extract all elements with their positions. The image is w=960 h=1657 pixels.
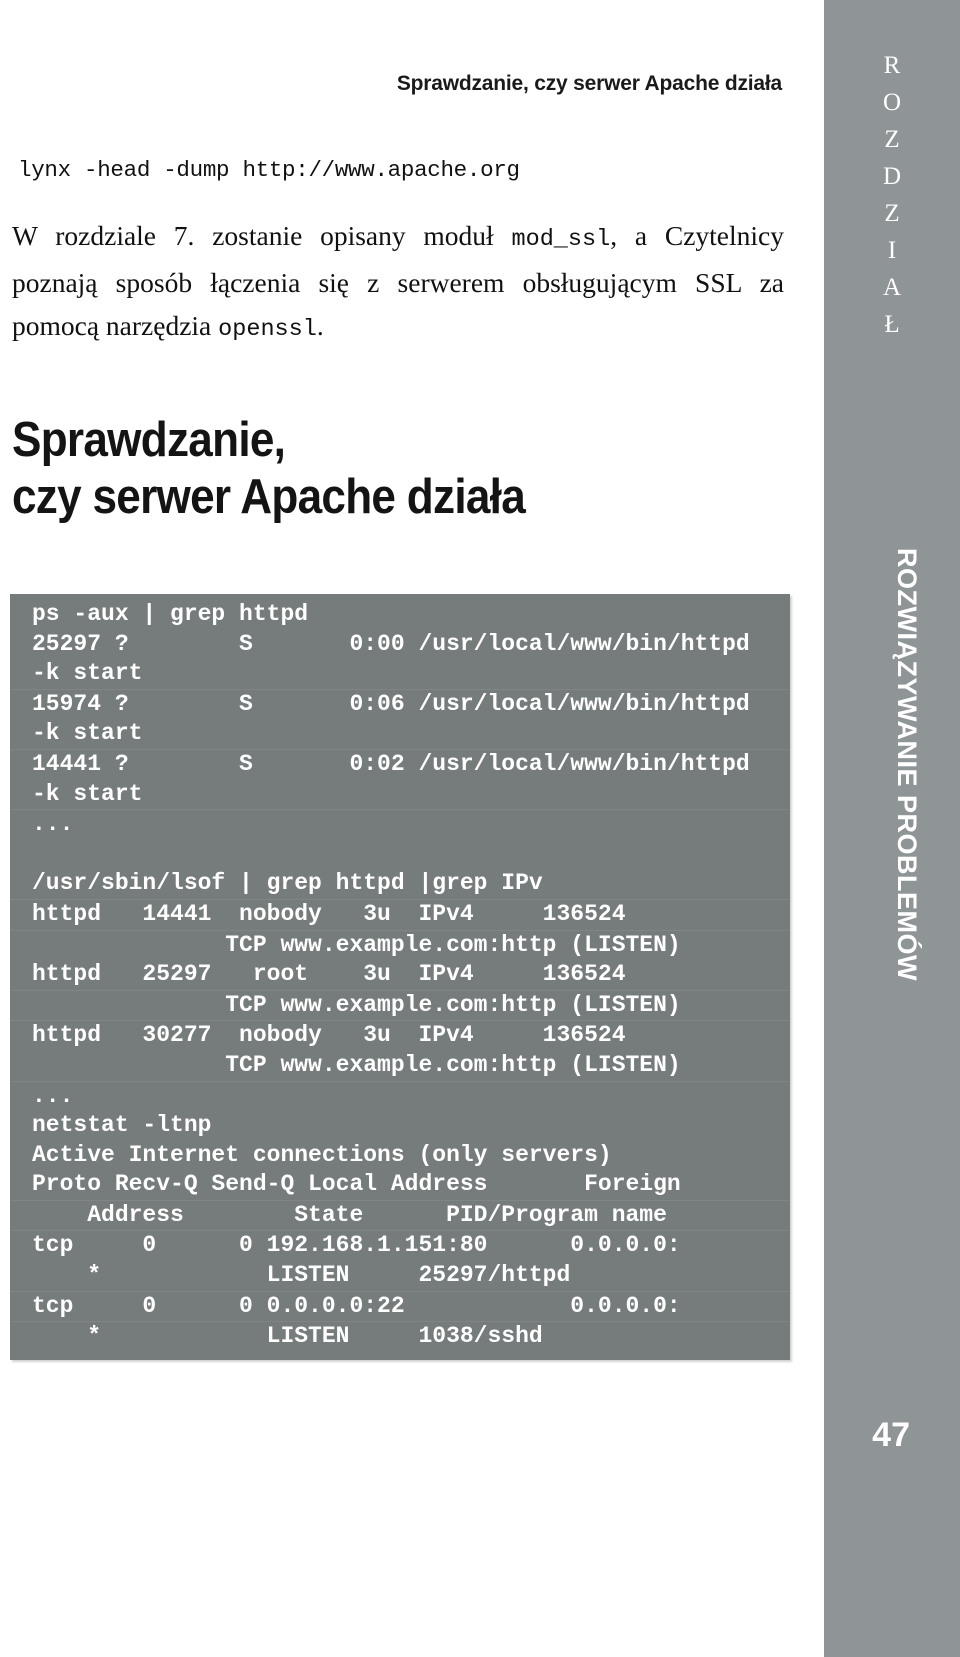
code-line: httpd 14441 nobody 3u IPv4 136524	[10, 898, 790, 930]
code-line: httpd 25297 root 3u IPv4 136524	[32, 961, 626, 988]
code-line: tcp 0 0 192.168.1.151:80 0.0.0.0:	[10, 1230, 790, 1261]
code-line: TCP www.example.com:http (LISTEN)	[10, 929, 790, 961]
paragraph-part-1: W rozdziale 7. zostanie opisany moduł	[12, 220, 512, 251]
code-line: 14441 ? S 0:02 /usr/local/www/bin/httpd	[10, 748, 790, 780]
page-title: Sprawdzanie, czy serwer Apache działa	[12, 412, 714, 526]
paragraph-mono-mod-ssl: mod_ssl	[511, 226, 611, 253]
code-line: /usr/sbin/lsof | grep httpd |grep IPv	[32, 870, 543, 897]
running-head: Sprawdzanie, czy serwer Apache działa	[396, 72, 782, 95]
code-line: ...	[10, 1080, 790, 1112]
code-line: 25297 ? S 0:00 /usr/local/www/bin/httpd	[32, 630, 750, 657]
code-line: Active Internet connections (only server…	[32, 1141, 612, 1168]
body-paragraph: W rozdziale 7. zostanie opisany moduł mo…	[12, 214, 784, 351]
paragraph-mono-openssl: openssl	[218, 316, 317, 343]
section-tab-label: ROZWIĄZYWANIE PROBLEMÓW	[892, 548, 922, 981]
code-line: netstat -ltnp	[32, 1112, 212, 1139]
code-line: * LISTEN 1038/sshd	[10, 1321, 790, 1352]
code-line: -k start	[32, 720, 143, 747]
code-line: 15974 ? S 0:06 /usr/local/www/bin/httpd	[10, 688, 790, 720]
page-number: 47	[872, 1416, 910, 1454]
chapter-tab-label: ROZDZIAŁ 2	[878, 52, 906, 360]
code-line: tcp 0 0 0.0.0.0:22 0.0.0.0:	[10, 1290, 790, 1322]
paragraph-part-3: .	[316, 310, 324, 341]
page-title-line-2: czy serwer Apache działa	[12, 470, 526, 524]
code-line: -k start	[32, 780, 143, 807]
code-line: Address State PID/Program name	[10, 1199, 790, 1231]
chapter-tab: ROZDZIAŁ 2	[824, 30, 960, 360]
code-line: httpd 30277 nobody 3u IPv4 136524	[10, 1020, 790, 1051]
inline-command-line: lynx -head -dump http://www.apache.org	[18, 157, 520, 183]
code-line: ...	[10, 809, 790, 840]
page-title-line-1: Sprawdzanie,	[12, 413, 286, 467]
code-line: * LISTEN 25297/httpd	[32, 1262, 571, 1289]
code-line: ps -aux | grep httpd	[32, 601, 309, 627]
code-block: ps -aux | grep httpd 25297 ? S 0:00 /usr/…	[10, 594, 790, 1360]
code-line: Proto Recv-Q Send-Q Local Address Foreig…	[32, 1171, 681, 1198]
code-line: TCP www.example.com:http (LISTEN)	[10, 989, 790, 1021]
code-line: -k start	[32, 660, 143, 687]
code-line: TCP www.example.com:http (LISTEN)	[32, 1051, 681, 1078]
